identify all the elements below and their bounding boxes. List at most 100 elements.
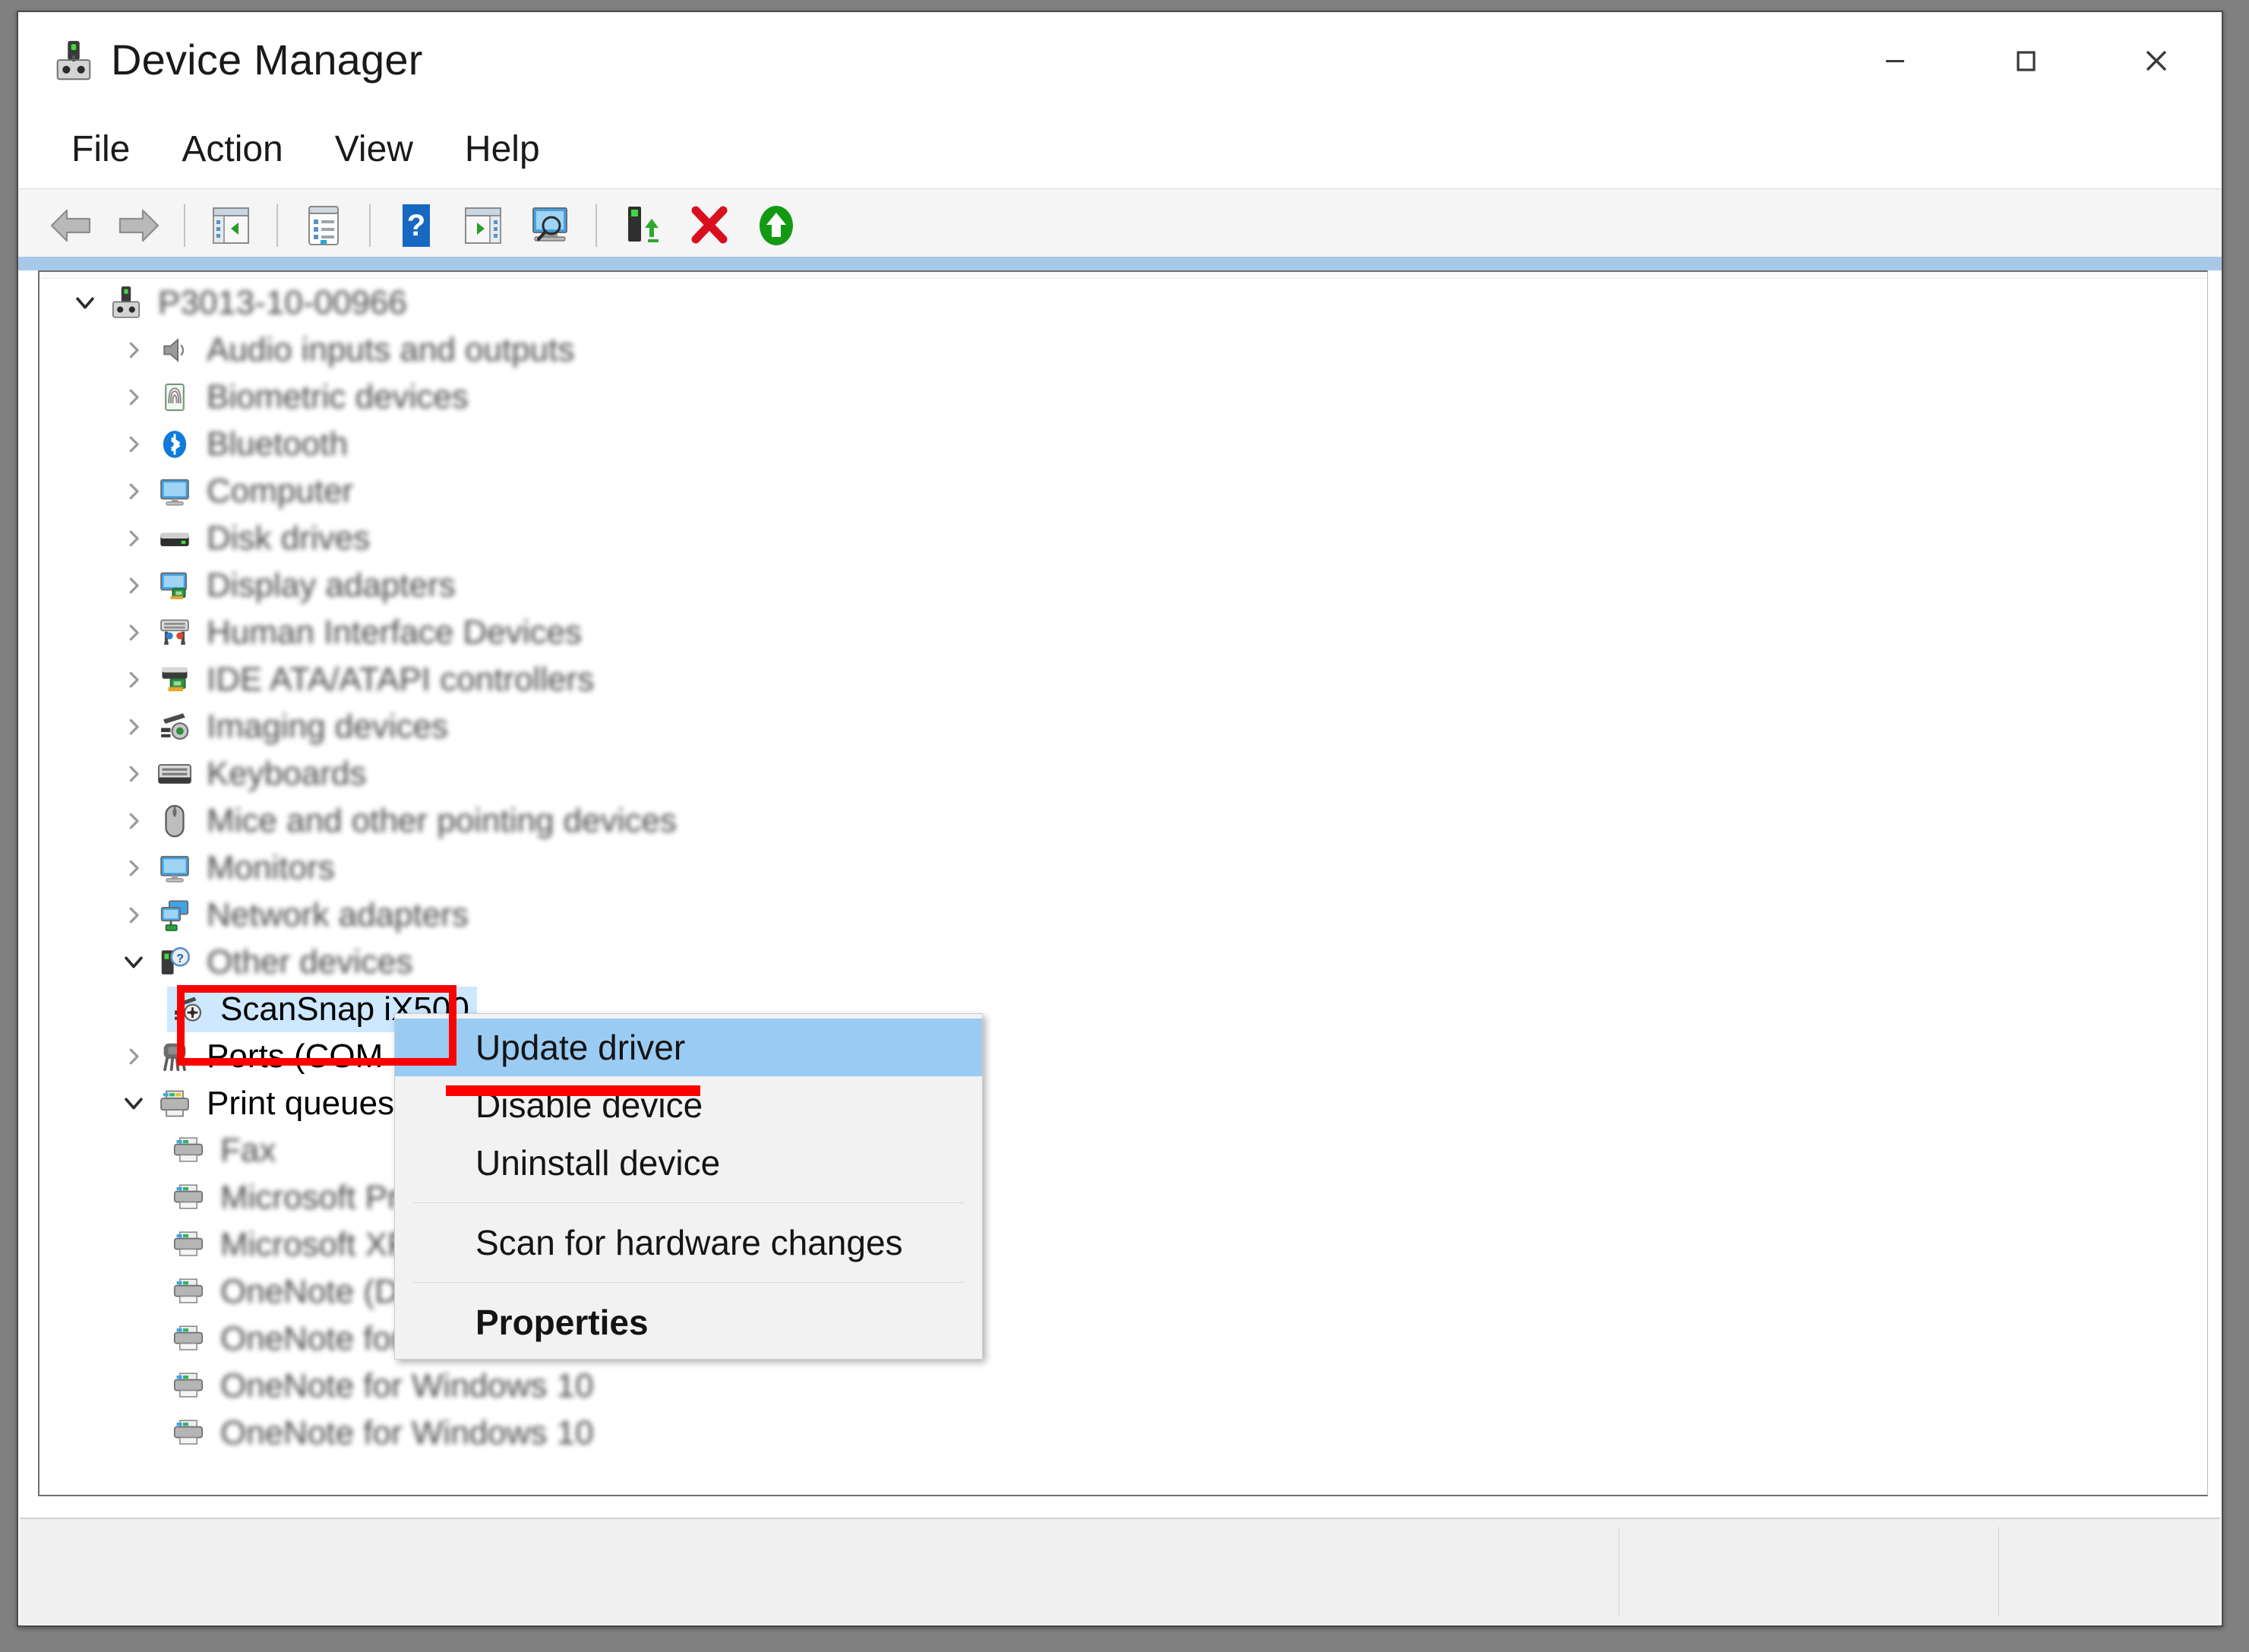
window-controls [1830,12,2222,109]
context-menu-item-scan-for-hardware-changes[interactable]: Scan for hardware changes [395,1214,982,1271]
tree-header-strip [39,272,2207,279]
chevron-right-icon[interactable] [114,374,153,421]
menu-help[interactable]: Help [442,124,563,175]
tree-item-network-adapters[interactable]: Network adapters [39,892,2207,939]
tree-item-label: Mice and other pointing devices [207,802,677,839]
tree-item-biometric[interactable]: Biometric devices [39,374,2207,421]
monitor-icon [153,470,196,513]
chevron-down-icon[interactable] [114,1080,153,1127]
context-menu-item-disable-device[interactable]: Disable device [395,1076,982,1134]
context-menu-item-uninstall-device[interactable]: Uninstall device [395,1134,982,1192]
device-tree: P3013-10-00966 Audio inputs and outputs [39,280,2207,1457]
tree-item-bluetooth[interactable]: Bluetooth [39,421,2207,468]
hid-icon [153,611,196,654]
tree-item-printer[interactable]: OneNote for Windows 10 [39,1316,2207,1363]
device-manager-icon [50,38,97,85]
tree-item-printer[interactable]: OneNote for Windows 10 [39,1410,2207,1457]
tree-item-printer[interactable]: OneNote for Windows 10 [39,1363,2207,1410]
status-divider [1998,1527,1999,1616]
menu-action[interactable]: Action [159,124,305,175]
tree-item-mice[interactable]: Mice and other pointing devices [39,798,2207,845]
tree-item-printer[interactable]: OneNote (Desktop) [39,1268,2207,1316]
close-button[interactable] [2091,12,2222,109]
tree-item-ide-controllers[interactable]: IDE ATA/ATAPI controllers [39,656,2207,703]
chevron-down-icon[interactable] [114,939,153,986]
chevron-right-icon[interactable] [114,703,153,750]
chevron-right-icon[interactable] [114,656,153,703]
context-menu-item-update-driver[interactable]: Update driver [395,1019,982,1076]
chevron-right-icon[interactable] [114,562,153,609]
tree-item-printer[interactable]: Microsoft XPS Document Writer [39,1221,2207,1268]
tree-item-label: Monitors [207,849,335,886]
scan-for-hardware-changes-icon[interactable] [516,195,583,256]
chevron-right-icon[interactable] [114,798,153,845]
chevron-right-icon[interactable] [114,327,153,374]
enable-device-icon[interactable] [743,195,810,256]
desktop-background: Device Manager File Action View Help ? P… [0,0,2249,1652]
chevron-right-icon[interactable] [114,421,153,468]
menu-bar: File Action View Help [18,109,2222,188]
tree-item-audio[interactable]: Audio inputs and outputs [39,327,2207,374]
back-arrow-icon[interactable] [38,195,105,256]
tree-item-monitors[interactable]: Monitors [39,845,2207,892]
tree-root-node[interactable]: P3013-10-00966 [39,280,2207,327]
menu-file[interactable]: File [49,124,153,175]
tree-item-keyboards[interactable]: Keyboards [39,750,2207,798]
tree-item-label: Computer [207,472,354,510]
update-driver-icon[interactable] [609,195,676,256]
chevron-right-icon[interactable] [114,845,153,892]
svg-text:?: ? [407,209,425,242]
chevron-right-icon[interactable] [114,750,153,798]
scanner-unknown-icon [167,988,210,1031]
menu-view[interactable]: View [312,124,436,175]
forward-arrow-icon[interactable] [105,195,172,256]
uninstall-device-icon[interactable] [676,195,743,256]
tree-item-printer[interactable]: Fax [39,1127,2207,1174]
tree-item-printer[interactable]: Microsoft Print to PDF [39,1174,2207,1221]
tree-item-label: OneNote for Windows 10 [220,1414,594,1451]
show-hide-action-pane-icon[interactable] [450,195,516,256]
chevron-down-icon[interactable] [65,280,105,327]
maximize-button[interactable] [1960,12,2091,109]
tree-item-scansnap-ix500[interactable]: ScanSnap iX500 [39,986,2207,1033]
tree-item-label: OneNote for Windows 10 [220,1367,594,1404]
context-menu-item-properties[interactable]: Properties [395,1293,982,1351]
tree-item-label: Human Interface Devices [207,614,582,651]
ide-controller-icon [153,659,196,701]
tree-item-label: IDE ATA/ATAPI controllers [207,661,595,698]
toolbar-separator [595,204,597,247]
tree-item-imaging-devices[interactable]: Imaging devices [39,703,2207,750]
chevron-right-icon[interactable] [114,892,153,939]
tree-item-label: Imaging devices [207,708,448,745]
chevron-right-icon[interactable] [114,468,153,515]
chevron-right-icon[interactable] [114,1033,153,1080]
tree-item-display-adapters[interactable]: Display adapters [39,562,2207,609]
toolbar-separator [369,204,371,247]
imaging-device-icon [153,706,196,748]
disk-drive-icon [153,517,196,560]
tree-item-computer[interactable]: Computer [39,468,2207,515]
printer-small-icon [167,1318,210,1360]
printer-small-icon [167,1177,210,1219]
svg-text:?: ? [176,952,184,965]
chevron-right-icon[interactable] [114,609,153,656]
device-tree-panel[interactable]: P3013-10-00966 Audio inputs and outputs [38,270,2208,1496]
printer-small-icon [167,1271,210,1313]
context-menu: Update driver Disable device Uninstall d… [394,1013,983,1360]
show-hide-console-tree-icon[interactable] [197,195,264,256]
printer-icon [153,1082,196,1125]
chevron-right-icon[interactable] [114,515,153,562]
properties-icon[interactable] [290,195,357,256]
port-icon [153,1035,196,1078]
help-icon[interactable]: ? [383,195,450,256]
fingerprint-icon [153,376,196,419]
tree-item-print-queues[interactable]: Print queues [39,1080,2207,1127]
tree-item-other-devices[interactable]: ? Other devices [39,939,2207,986]
tree-item-disk-drives[interactable]: Disk drives [39,515,2207,562]
tree-item-ports[interactable]: Ports (COM & LPT) [39,1033,2207,1080]
tree-item-hid[interactable]: Human Interface Devices [39,609,2207,656]
minimize-button[interactable] [1830,12,1960,109]
toolbar: ? [18,188,2222,263]
speaker-icon [153,329,196,371]
unknown-device-icon: ? [153,941,196,984]
